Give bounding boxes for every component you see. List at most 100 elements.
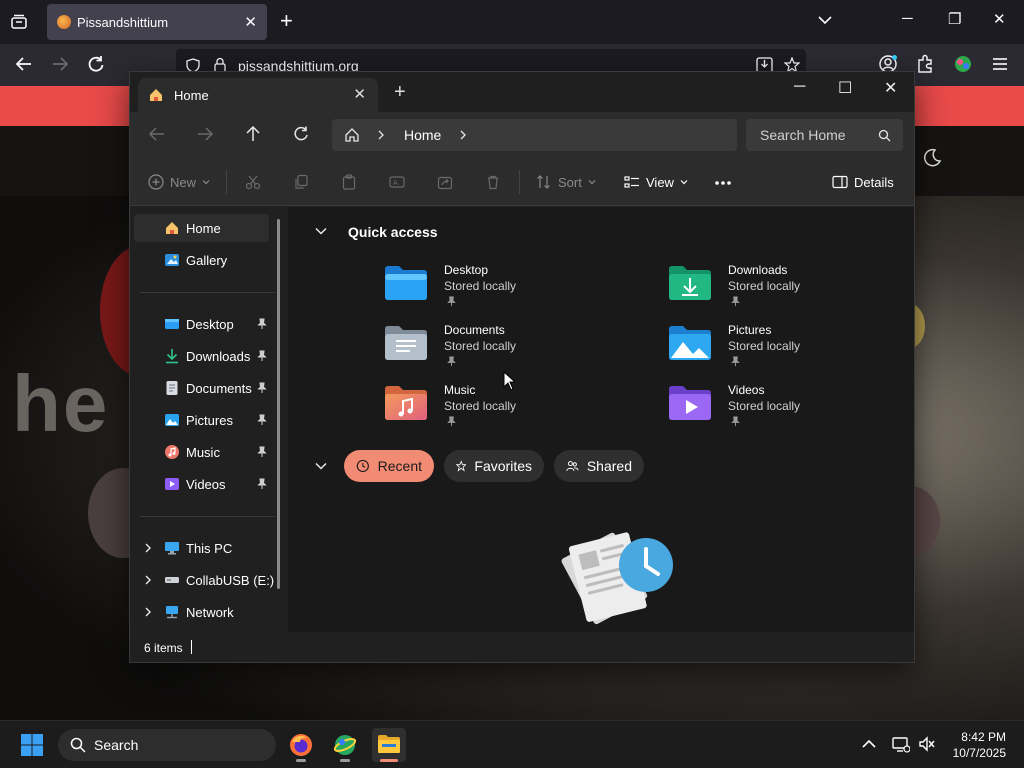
maximize-icon[interactable]: ❐ [948, 10, 961, 28]
moon-icon[interactable] [922, 148, 942, 168]
taskbar-app-file-explorer[interactable] [372, 728, 406, 762]
close-icon[interactable]: ✕ [993, 10, 1006, 28]
item-name: Music [444, 383, 476, 397]
pin-icon [257, 414, 267, 425]
clock-date: 10/7/2025 [952, 746, 1006, 760]
forward-icon[interactable] [196, 125, 214, 143]
status-bar: 6 items [130, 632, 914, 662]
item-status: Stored locally [444, 339, 517, 353]
menu-icon[interactable] [991, 55, 1009, 73]
back-icon[interactable] [14, 54, 34, 74]
sidebar-item-music[interactable]: Music [134, 438, 269, 466]
site-favicon-icon [57, 15, 71, 29]
home-icon[interactable] [344, 127, 360, 143]
plus-icon[interactable]: + [280, 10, 293, 32]
chevron-right-icon[interactable] [376, 130, 386, 140]
details-button[interactable]: Details [832, 171, 894, 193]
sidebar-item-videos[interactable]: Videos [134, 470, 269, 498]
close-icon[interactable]: ✕ [884, 78, 897, 98]
cut-icon[interactable] [245, 174, 261, 190]
desktop-icon [165, 319, 179, 329]
recent-tab[interactable]: Recent [344, 450, 434, 482]
more-options-icon[interactable] [714, 180, 732, 186]
up-arrow-icon[interactable] [244, 125, 262, 143]
reload-icon[interactable] [86, 54, 106, 74]
sidebar-item-network[interactable]: Network [134, 598, 269, 626]
documents-icon [166, 381, 178, 395]
system-clock[interactable]: 8:42 PM 10/7/2025 [953, 729, 1006, 761]
sidebar-item-this-pc[interactable]: This PC [134, 534, 269, 562]
quick-access-item-videos[interactable]: Videos Stored locally [668, 383, 908, 439]
close-icon[interactable]: ✕ [353, 85, 366, 103]
quick-access-item-pictures[interactable]: Pictures Stored locally [668, 323, 908, 379]
minimize-icon[interactable]: ─ [902, 10, 913, 27]
firefox-icon [290, 734, 312, 756]
close-icon[interactable]: ✕ [244, 13, 257, 31]
sidebar-item-documents[interactable]: Documents [134, 374, 269, 402]
plus-icon[interactable]: + [394, 82, 406, 102]
explorer-tab-home[interactable]: Home ✕ [138, 78, 378, 112]
chevron-right-icon[interactable] [142, 542, 154, 554]
star-icon [456, 460, 467, 472]
shared-label: Shared [586, 458, 632, 474]
sidebar-item-home[interactable]: Home [134, 214, 269, 242]
back-icon[interactable] [148, 125, 166, 143]
shared-tab[interactable]: Shared [554, 450, 644, 482]
maximize-icon[interactable]: ☐ [838, 78, 852, 98]
network-tray-icon[interactable] [892, 735, 910, 753]
chevron-right-icon[interactable] [142, 606, 154, 618]
address-bar[interactable]: Home [332, 119, 737, 151]
chevron-right-icon[interactable] [458, 130, 468, 140]
taskbar-search-placeholder: Search [94, 737, 139, 753]
taskbar-app-globe[interactable] [328, 728, 362, 762]
pin-icon [257, 478, 267, 489]
chevron-down-icon[interactable] [314, 224, 328, 238]
copy-icon[interactable] [293, 174, 309, 190]
search-placeholder: Search Home [760, 127, 846, 143]
chevron-down-icon[interactable] [314, 459, 328, 473]
view-button[interactable]: View [624, 171, 688, 193]
quick-access-title: Quick access [348, 224, 438, 240]
quick-access-item-music[interactable]: Music Stored locally [384, 383, 624, 439]
search-input[interactable]: Search Home [746, 119, 903, 151]
sidebar-item-usb-drive[interactable]: CollabUSB (E:) [134, 566, 274, 594]
paste-icon[interactable] [341, 174, 357, 190]
breadcrumb-home[interactable]: Home [404, 127, 441, 143]
volume-muted-icon[interactable] [918, 735, 936, 753]
sidebar-item-pictures[interactable]: Pictures [134, 406, 269, 434]
chevron-down-icon [202, 180, 210, 185]
sidebar-item-label: Gallery [186, 253, 228, 268]
pin-icon [257, 318, 267, 329]
status-divider [191, 640, 192, 654]
sort-button[interactable]: Sort [536, 171, 596, 193]
taskbar-search-input[interactable]: Search [58, 729, 276, 761]
search-icon[interactable] [878, 129, 891, 142]
browser-tab-bar: Pissandshittium ✕ + ─ ❐ ✕ [0, 0, 1024, 44]
details-pane-icon [832, 175, 848, 189]
minimize-icon[interactable]: ─ [794, 78, 805, 96]
extensions-icon[interactable] [915, 54, 935, 74]
chevron-up-icon[interactable] [860, 735, 878, 753]
forward-icon[interactable] [50, 54, 70, 74]
browser-tab[interactable]: Pissandshittium ✕ [47, 4, 267, 40]
tab-list-icon[interactable] [10, 13, 28, 31]
windows-start-icon[interactable] [20, 733, 44, 757]
favorites-tab[interactable]: Favorites [444, 450, 544, 482]
extension-app-icon[interactable] [953, 54, 973, 74]
sidebar-item-desktop[interactable]: Desktop [134, 310, 269, 338]
new-button[interactable]: New [148, 171, 210, 193]
rename-icon[interactable]: A [389, 174, 405, 190]
share-icon[interactable] [437, 174, 453, 190]
command-bar: New A Sort View Details [130, 158, 914, 206]
chevron-right-icon[interactable] [142, 574, 154, 586]
delete-icon[interactable] [485, 174, 501, 190]
sidebar-item-downloads[interactable]: Downloads [134, 342, 269, 370]
item-status: Stored locally [728, 399, 801, 413]
quick-access-item-desktop[interactable]: Desktop Stored locally [384, 263, 624, 319]
chevron-down-icon[interactable] [817, 12, 833, 28]
sidebar-scrollbar[interactable] [277, 219, 280, 589]
quick-access-item-downloads[interactable]: Downloads Stored locally [668, 263, 908, 319]
refresh-icon[interactable] [292, 125, 310, 143]
taskbar-app-firefox[interactable] [284, 728, 318, 762]
sidebar-item-gallery[interactable]: Gallery [134, 246, 269, 274]
